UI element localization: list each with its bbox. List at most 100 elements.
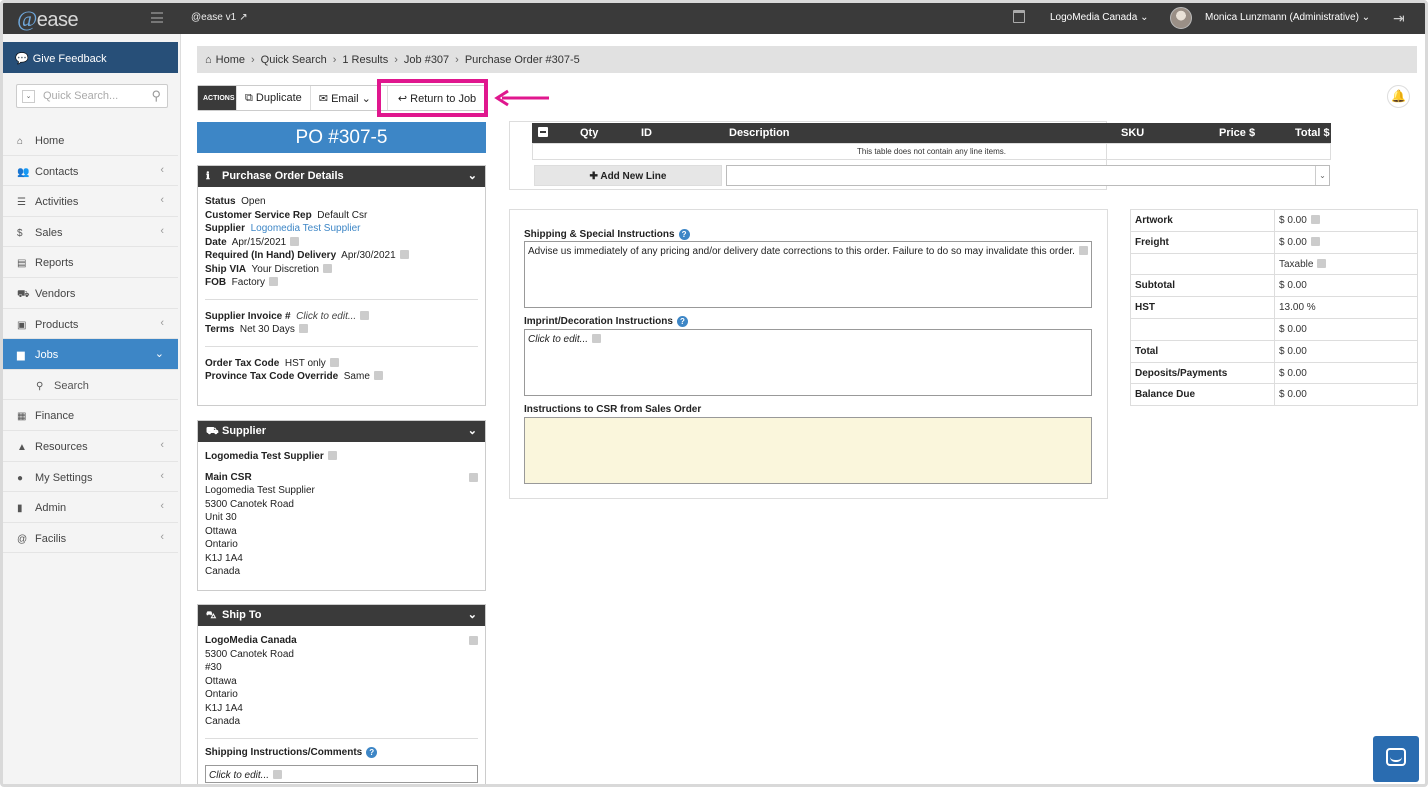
edit-icon[interactable] [592,334,602,343]
sidebar-item-my-settings[interactable]: ● My Settings ‹ [3,462,178,493]
edit-icon[interactable] [269,277,279,286]
totals-value[interactable]: $ 0.00 [1275,210,1324,231]
totals-row: Balance Due $ 0.00 [1131,384,1417,407]
breadcrumb-item[interactable]: Home [216,54,245,66]
chevron-down-icon[interactable]: ⌄ [468,608,477,621]
breadcrumb-item[interactable]: Quick Search [261,54,327,66]
supplier-invoice-field[interactable]: Click to edit... [296,311,356,322]
chevron-down-icon[interactable]: ⌄ [468,424,477,437]
search-icon[interactable]: ⚲ [151,88,161,104]
panel-header[interactable]: ℹ Purchase Order Details ⌄ [198,166,485,187]
sidebar-item-products[interactable]: ▣ Products ‹ [3,309,178,340]
chat-launcher-button[interactable] [1373,736,1419,782]
totals-value[interactable]: $ 0.00 [1275,232,1324,253]
table-header: Qty ID Description SKU Price $ Total $ [532,123,1331,143]
edit-icon[interactable] [290,236,300,246]
edit-icon[interactable] [298,324,308,333]
totals-value-text: 13.00 % [1279,302,1316,314]
edit-icon[interactable] [1317,258,1327,268]
edit-icon[interactable] [1310,215,1320,224]
collapse-all-icon[interactable] [538,127,548,137]
sidebar-item-label: Admin [35,502,67,515]
quick-search-input[interactable]: Quick Search... [43,90,118,102]
totals-label [1131,318,1275,340]
edit-icon[interactable] [360,310,370,320]
version-link[interactable]: @ease v1 ↗ [191,12,248,23]
shipping-instructions-field[interactable]: Advise us immediately of any pricing and… [524,241,1092,308]
user-menu[interactable]: Monica Lunzmann (Administrative) ⌄ [1205,12,1370,23]
chevron-icon: ‹ [160,316,164,329]
edit-icon[interactable] [1310,236,1320,246]
logout-icon[interactable]: ⇥ [1393,10,1405,27]
edit-icon[interactable] [273,770,283,779]
quick-search-box[interactable]: ⌄ Quick Search... ⚲ [16,84,168,108]
sidebar-item-finance[interactable]: ▦ Finance [3,400,178,431]
totals-row: $ 0.00 [1131,318,1417,341]
email-button[interactable]: ✉ Email ⌄ [309,86,379,110]
sidebar-item-sales[interactable]: $ Sales ‹ [3,217,178,248]
avatar[interactable] [1170,7,1192,29]
ease-logo[interactable]: @ease [17,6,79,32]
totals-value-text: $ 0.00 [1279,389,1307,401]
sidebar-item-activities[interactable]: ☰ Activities ‹ [3,186,178,217]
panel-header[interactable]: ⛍ Ship To ⌄ [198,605,485,626]
menu-toggle-icon[interactable] [151,12,163,23]
totals-value: $ 0.00 [1275,384,1311,405]
column-header: SKU [1121,127,1145,139]
add-new-line-button[interactable]: ✚ Add New Line [534,165,722,186]
edit-icon[interactable] [469,472,478,482]
totals-value: $ 0.00 [1275,341,1311,362]
sidebar-item-vendors[interactable]: ⛟ Vendors [3,278,178,309]
chevron-icon: ‹ [160,194,164,207]
ship-to-panel: ⛍ Ship To ⌄ LogoMedia Canada 5300 Canotek … [197,604,486,784]
chevron-icon: ‹ [160,469,164,482]
chevron-down-icon[interactable]: ⌄ [22,90,35,103]
address-line: Ottawa [205,675,237,687]
sidebar-item-contacts[interactable]: 👥 Contacts ‹ [3,156,178,187]
edit-icon[interactable] [399,250,409,259]
edit-icon[interactable] [1078,246,1088,255]
imprint-instructions-field[interactable]: Click to edit... [524,329,1092,396]
edit-icon[interactable] [469,636,478,645]
book-icon: ▮ [17,503,23,515]
totals-row: Total $ 0.00 [1131,340,1417,363]
totals-value[interactable]: Taxable [1275,254,1330,275]
edit-icon[interactable] [373,371,383,380]
sidebar-item-jobs[interactable]: ▆ Jobs ⌄ [3,339,178,370]
shipping-comments-field[interactable]: Click to edit... [205,765,478,783]
chevron-down-icon[interactable]: ⌄ [1315,166,1329,185]
sidebar-item-home[interactable]: ⌂ Home [3,125,178,156]
edit-icon[interactable] [327,451,337,460]
calendar-icon[interactable] [1013,10,1025,23]
copy-icon: ⧉ [245,92,253,104]
chevron-down-icon[interactable]: ⌄ [468,169,477,182]
breadcrumb-item[interactable]: 1 Results [342,54,388,66]
edit-icon[interactable] [322,263,332,273]
sidebar-item-resources[interactable]: ▲ Resources ‹ [3,431,178,462]
dolly-icon: ⛍ [206,610,217,621]
tax-code-row: Order Tax Code HST only [205,357,478,371]
chevron-icon: ‹ [160,163,164,176]
give-feedback-button[interactable]: 💬 Give Feedback [3,42,178,73]
company-selector[interactable]: LogoMedia Canada ⌄ [1050,12,1148,23]
duplicate-button[interactable]: ⧉ Duplicate [236,86,310,110]
help-icon[interactable]: ? [678,229,690,240]
sidebar-item-search[interactable]: ⚲ Search [3,370,178,401]
totals-value-text: $ 0.00 [1279,323,1307,335]
product-select[interactable]: ⌄ [726,165,1330,186]
sidebar-item-reports[interactable]: ▤ Reports [3,247,178,278]
imprint-instructions-label: Imprint/Decoration Instructions? [524,316,688,327]
supplier-link[interactable]: Logomedia Test Supplier [251,223,361,234]
edit-icon[interactable] [329,357,339,367]
at-icon: @ [17,533,28,545]
panel-header[interactable]: ⛟ Supplier ⌄ [198,421,485,442]
shipvia-row: Ship VIA Your Discretion [205,263,478,277]
bell-icon[interactable]: 🔔 [1387,85,1410,108]
help-icon[interactable]: ? [366,746,378,758]
sidebar-item-facilis[interactable]: @ Facilis ‹ [3,523,178,554]
help-icon[interactable]: ? [676,316,688,327]
sidebar: 💬 Give Feedback ⌄ Quick Search... ⚲ ⌂ Home… [3,34,181,784]
sidebar-item-admin[interactable]: ▮ Admin ‹ [3,492,178,523]
breadcrumb-item[interactable]: Job #307 [404,54,449,66]
totals-label: Balance Due [1131,384,1275,406]
